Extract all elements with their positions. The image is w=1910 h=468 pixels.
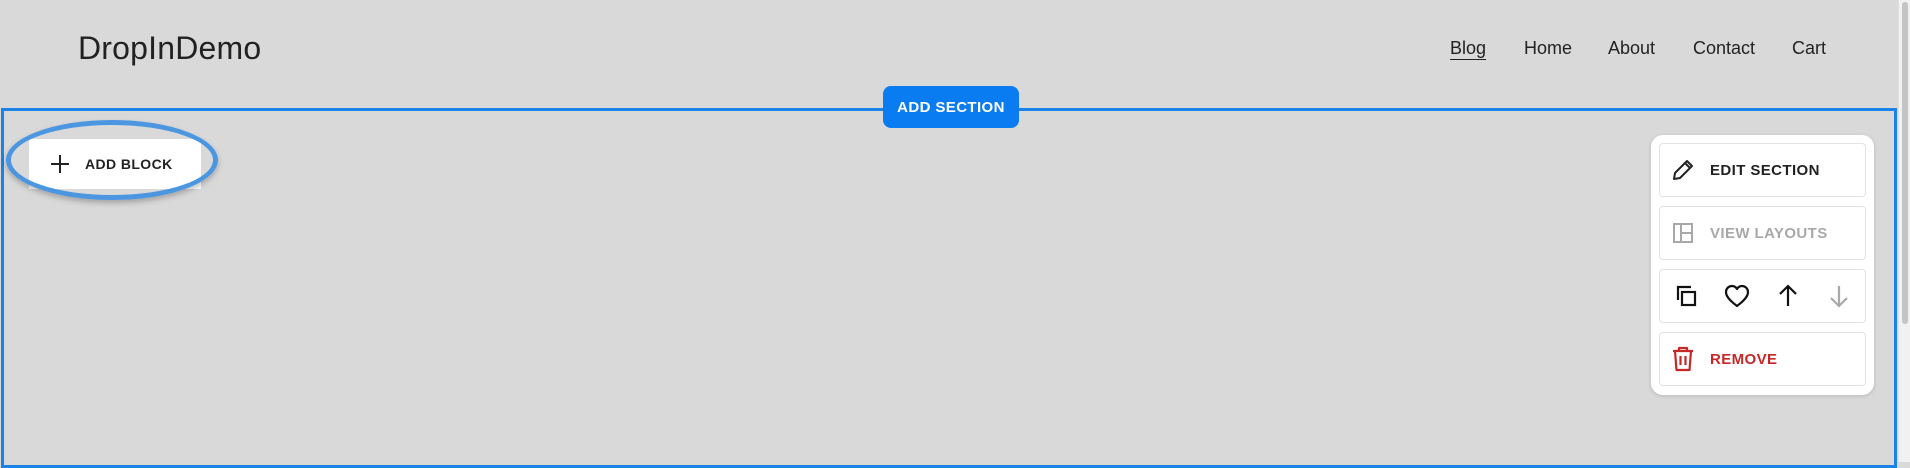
duplicate-icon[interactable] — [1668, 278, 1704, 314]
add-block-button[interactable]: ADD BLOCK — [29, 139, 201, 189]
remove-label: REMOVE — [1710, 350, 1778, 368]
main-nav: Blog Home About Contact Cart — [0, 38, 1898, 68]
edit-section-label: EDIT SECTION — [1710, 161, 1820, 179]
view-layouts-label: VIEW LAYOUTS — [1710, 224, 1828, 242]
nav-home[interactable]: Home — [1524, 38, 1572, 59]
nav-about[interactable]: About — [1608, 38, 1655, 59]
heart-icon[interactable] — [1719, 278, 1755, 314]
section-toolbar: EDIT SECTION VIEW LAYOUTS REMOVE — [1651, 135, 1874, 395]
remove-section-button[interactable]: REMOVE — [1659, 332, 1866, 386]
section-actions — [1659, 269, 1866, 323]
trash-icon — [1673, 346, 1693, 372]
nav-blog[interactable]: Blog — [1450, 38, 1486, 59]
arrow-up-icon[interactable] — [1770, 278, 1806, 314]
view-layouts-button[interactable]: VIEW LAYOUTS — [1659, 206, 1866, 260]
scrollbar-thumb[interactable] — [1902, 2, 1908, 324]
add-section-button[interactable]: ADD SECTION — [883, 86, 1019, 128]
pencil-icon — [1673, 160, 1693, 180]
edit-section-button[interactable]: EDIT SECTION — [1659, 143, 1866, 197]
editable-section[interactable] — [1, 108, 1897, 468]
page-scrollbar[interactable] — [1898, 0, 1910, 462]
nav-cart[interactable]: Cart — [1792, 38, 1826, 59]
layout-icon — [1673, 223, 1693, 243]
add-block-label: ADD BLOCK — [85, 156, 173, 172]
nav-contact[interactable]: Contact — [1693, 38, 1755, 59]
plus-icon — [51, 155, 69, 173]
arrow-down-icon[interactable] — [1821, 278, 1857, 314]
